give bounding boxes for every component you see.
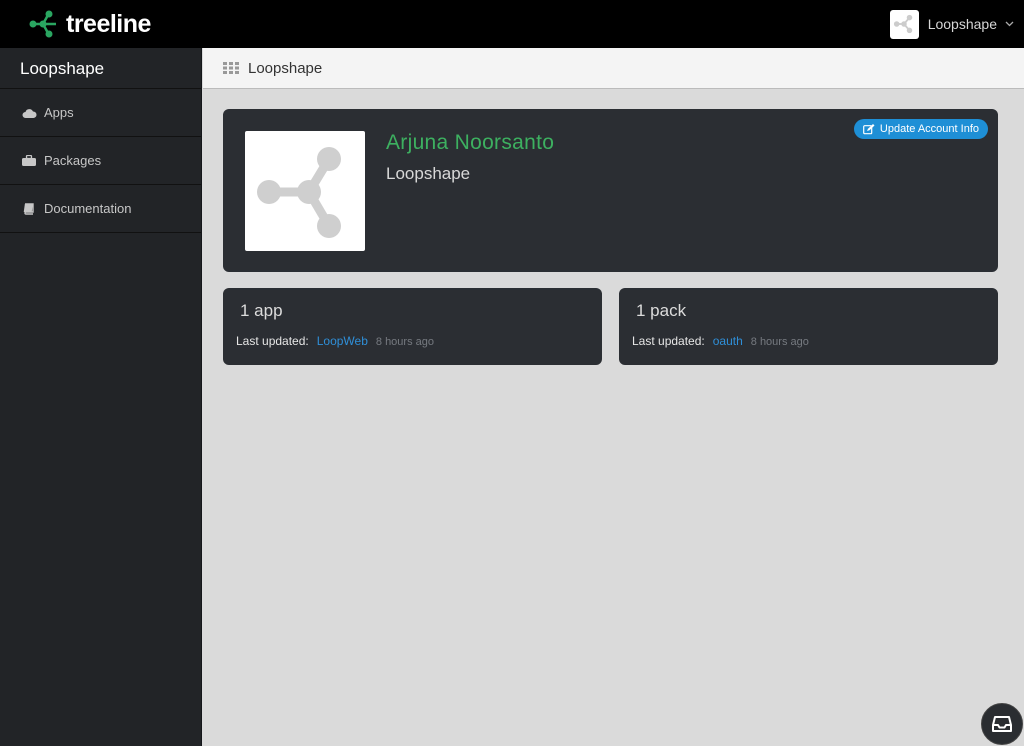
apps-summary-card: 1 app Last updated: LoopWeb 8 hours ago [223,288,602,365]
sidebar-item-label: Apps [44,105,74,120]
book-icon [20,202,38,216]
breadcrumb-label[interactable]: Loopshape [248,60,322,77]
sidebar-item-packages[interactable]: Packages [0,137,201,185]
last-updated-pack-link[interactable]: oauth [713,334,743,348]
account-menu[interactable]: Loopshape [889,9,1014,39]
sidebar-title[interactable]: Loopshape [0,48,201,89]
apps-count[interactable]: 1 app [240,301,283,321]
chevron-down-icon [1005,19,1014,30]
share-network-icon [894,14,913,34]
packs-summary-card: 1 pack Last updated: oauth 8 hours ago [619,288,998,365]
last-updated-time: 8 hours ago [750,336,809,348]
top-bar: treeline Loopshape [0,0,1024,48]
update-account-info-label: Update Account Info [879,123,979,135]
packs-last-updated: Last updated: oauth 8 hours ago [632,334,809,348]
sidebar-item-label: Documentation [44,201,132,216]
cloud-icon [20,106,38,120]
grid-icon [223,62,239,74]
share-network-icon [257,147,341,238]
profile-organization: Loopshape [386,164,471,183]
sidebar-item-label: Packages [44,153,102,168]
avatar [245,131,365,251]
update-account-info-button[interactable]: Update Account Info [853,119,988,139]
profile-card: Arjuna Noorsanto Loopshape Update Accoun… [223,109,998,272]
inbox-icon [992,716,1012,732]
apps-last-updated: Last updated: LoopWeb 8 hours ago [236,334,434,348]
last-updated-app-link[interactable]: LoopWeb [317,334,368,348]
treeline-logo-icon [29,10,56,38]
sidebar: Loopshape Apps Packages Documentation [0,48,202,746]
sidebar-item-documentation[interactable]: Documentation [0,185,201,233]
brand-name: treeline [66,9,151,38]
inbox-launcher-button[interactable] [981,703,1023,745]
profile-name: Arjuna Noorsanto [386,131,555,154]
account-name: Loopshape [927,16,997,32]
sidebar-item-apps[interactable]: Apps [0,89,201,137]
briefcase-icon [20,154,38,168]
edit-icon [863,123,875,134]
last-updated-time: 8 hours ago [375,336,434,348]
account-avatar [889,9,919,39]
breadcrumb: Loopshape [203,48,1024,89]
brand-logo[interactable]: treeline [28,8,151,40]
last-updated-label: Last updated: [236,334,309,348]
packs-count[interactable]: 1 pack [636,301,686,321]
last-updated-label: Last updated: [632,334,705,348]
